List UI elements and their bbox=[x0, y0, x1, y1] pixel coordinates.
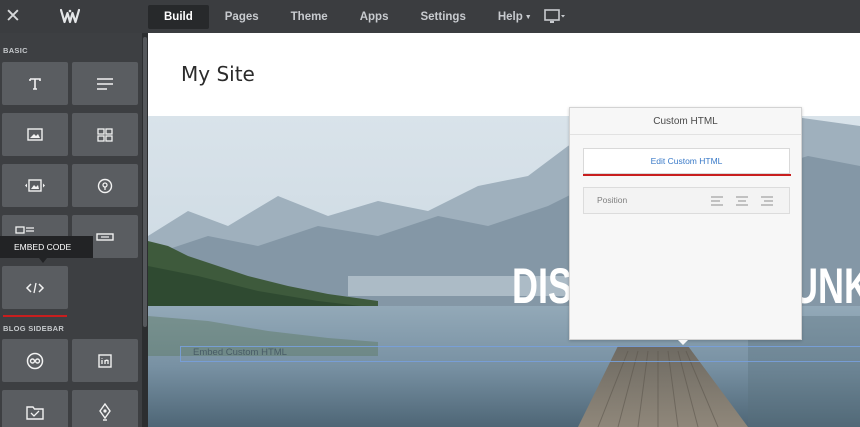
nav-pages-label: Pages bbox=[224, 11, 259, 23]
image-icon bbox=[27, 128, 43, 141]
nav-help[interactable]: Help ▼ bbox=[482, 5, 548, 29]
linkedin-icon bbox=[98, 353, 112, 368]
tile-archives[interactable] bbox=[2, 390, 68, 427]
slideshow-icon bbox=[25, 179, 45, 192]
tile-gallery[interactable] bbox=[72, 113, 138, 156]
tooltip-embed-code: EMBED CODE bbox=[0, 236, 93, 258]
sidebar-scrollbar-thumb[interactable] bbox=[143, 37, 147, 327]
nav-theme-label: Theme bbox=[290, 11, 328, 23]
device-preview-icon[interactable] bbox=[544, 9, 566, 25]
map-icon bbox=[97, 178, 113, 193]
tile-linkedin[interactable] bbox=[72, 339, 138, 382]
tile-feed[interactable] bbox=[72, 390, 138, 427]
tile-social[interactable] bbox=[2, 339, 68, 382]
custom-html-panel: Custom HTML Edit Custom HTML Position bbox=[569, 107, 802, 340]
main-nav: Build Pages Theme Apps Settings Help ▼ bbox=[148, 5, 548, 29]
section-label-blog-sidebar: BLOG SIDEBAR bbox=[3, 324, 65, 333]
chevron-down-icon: ▼ bbox=[524, 14, 532, 21]
nav-apps[interactable]: Apps bbox=[344, 5, 405, 29]
edit-custom-html-button[interactable]: Edit Custom HTML bbox=[583, 148, 790, 174]
align-center-icon[interactable] bbox=[735, 195, 749, 207]
social-icon bbox=[26, 352, 44, 369]
tile-title[interactable] bbox=[2, 62, 68, 105]
tile-map[interactable] bbox=[72, 164, 138, 207]
gallery-icon bbox=[97, 127, 113, 142]
align-right-icon[interactable] bbox=[760, 195, 774, 207]
archives-icon bbox=[26, 405, 44, 420]
tile-image[interactable] bbox=[2, 113, 68, 156]
top-bar: ✕ Build Pages Theme Apps Settings Help ▼ bbox=[0, 0, 860, 33]
element-sidebar: BASIC EMBED CODE BLOG SIDEBAR bbox=[0, 33, 148, 427]
nav-apps-label: Apps bbox=[359, 11, 389, 23]
embed-code-icon bbox=[25, 282, 45, 293]
panel-title: Custom HTML bbox=[570, 108, 801, 135]
tile-embed-code[interactable] bbox=[2, 266, 68, 309]
button-icon bbox=[96, 232, 114, 241]
tooltip-arrow bbox=[39, 258, 47, 263]
edit-button-highlight bbox=[583, 174, 791, 176]
nav-build-label: Build bbox=[164, 11, 193, 23]
tile-slideshow[interactable] bbox=[2, 164, 68, 207]
panel-pointer-arrow bbox=[678, 340, 688, 345]
nav-build[interactable]: Build bbox=[148, 5, 209, 29]
embed-drop-zone-label: Embed Custom HTML bbox=[193, 347, 287, 358]
nav-settings[interactable]: Settings bbox=[404, 5, 481, 29]
text-icon bbox=[97, 77, 113, 90]
nav-help-label: Help bbox=[497, 11, 523, 23]
site-title[interactable]: My Site bbox=[181, 62, 255, 86]
nav-pages[interactable]: Pages bbox=[209, 5, 275, 29]
weebly-logo-icon bbox=[60, 8, 80, 24]
embed-code-highlight bbox=[3, 315, 67, 317]
close-icon[interactable]: ✕ bbox=[5, 6, 21, 26]
tile-text[interactable] bbox=[72, 62, 138, 105]
align-left-icon[interactable] bbox=[710, 195, 724, 207]
feed-icon bbox=[99, 402, 111, 421]
position-row: Position bbox=[583, 187, 790, 214]
section-label-basic: BASIC bbox=[3, 46, 28, 55]
title-icon bbox=[29, 77, 41, 90]
nav-settings-label: Settings bbox=[420, 11, 466, 23]
nav-theme[interactable]: Theme bbox=[275, 5, 344, 29]
position-label: Position bbox=[597, 195, 628, 205]
